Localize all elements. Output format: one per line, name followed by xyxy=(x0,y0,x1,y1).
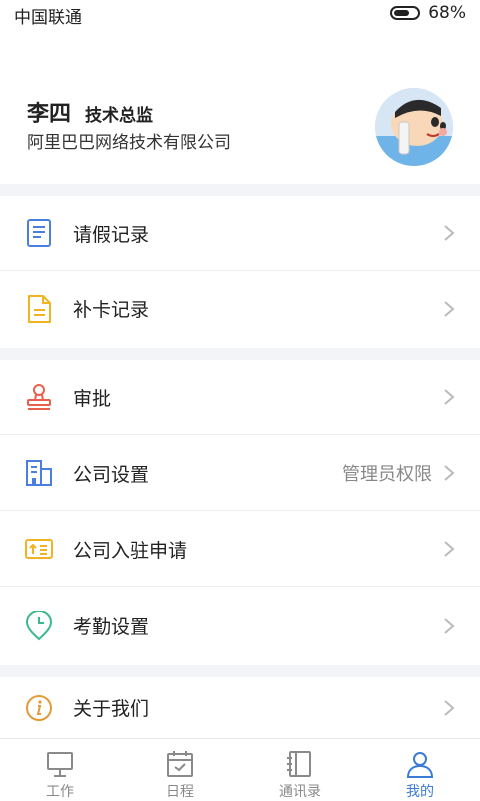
menu-label: 补卡记录 xyxy=(73,299,150,321)
menu-company-settings[interactable]: 公司设置 管理员权限 xyxy=(0,436,480,511)
tab-schedule[interactable]: 日程 xyxy=(120,739,240,801)
admin-permission-hint: 管理员权限 xyxy=(342,464,432,485)
user-icon xyxy=(406,752,434,778)
tab-label: 日程 xyxy=(166,784,194,800)
stamp-icon xyxy=(27,384,51,410)
tab-contacts[interactable]: 通讯录 xyxy=(240,739,360,801)
monitor-icon xyxy=(47,752,73,777)
tab-label: 通讯录 xyxy=(279,784,321,800)
menu-clockin-records[interactable]: 补卡记录 xyxy=(0,271,480,346)
chevron-right-icon xyxy=(444,541,455,557)
menu-attendance-settings[interactable]: 考勤设置 xyxy=(0,588,480,663)
contacts-icon xyxy=(287,751,311,777)
name-row: 李四 技术总监 xyxy=(27,96,153,128)
status-bar: 中国联通 68% xyxy=(0,0,480,28)
tab-label: 我的 xyxy=(406,784,434,800)
battery-indicator: 68% xyxy=(390,3,466,23)
user-title: 技术总监 xyxy=(85,106,154,126)
chevron-right-icon xyxy=(444,465,455,481)
tab-mine[interactable]: 我的 xyxy=(360,739,480,801)
tab-work[interactable]: 工作 xyxy=(0,739,120,801)
menu-label: 请假记录 xyxy=(73,223,150,246)
user-company: 阿里巴巴网络技术有限公司 xyxy=(27,133,231,153)
profile-card[interactable]: 李四 技术总监 阿里巴巴网络技术有限公司 xyxy=(0,26,480,184)
battery-percentage: 68% xyxy=(428,3,466,23)
section-divider xyxy=(0,665,480,677)
menu-leave-records[interactable]: 请假记录 xyxy=(0,196,480,271)
user-name: 李四 xyxy=(27,102,72,127)
chevron-right-icon xyxy=(444,389,455,405)
location-clock-icon xyxy=(25,610,53,640)
menu-about[interactable]: 关于我们 xyxy=(0,677,480,738)
chevron-right-icon xyxy=(444,617,455,634)
menu-label: 审批 xyxy=(73,387,112,410)
menu-company-apply[interactable]: 公司入驻申请 xyxy=(0,512,480,587)
cartoon-avatar-icon xyxy=(375,88,453,166)
battery-fill xyxy=(394,10,410,16)
carrier-name: 中国联通 xyxy=(14,8,82,28)
chevron-right-icon xyxy=(444,225,455,241)
menu-label: 考勤设置 xyxy=(73,616,150,638)
chevron-right-icon xyxy=(444,300,455,317)
tab-label: 工作 xyxy=(46,784,74,800)
menu-approval[interactable]: 审批 xyxy=(0,360,480,435)
avatar[interactable] xyxy=(375,88,453,166)
menu-label: 公司入驻申请 xyxy=(73,539,188,562)
menu-label: 关于我们 xyxy=(73,698,150,720)
info-icon xyxy=(26,694,52,721)
file-icon xyxy=(28,294,51,323)
chevron-right-icon xyxy=(444,699,455,716)
calendar-icon xyxy=(167,751,193,777)
upload-card-icon xyxy=(25,539,53,559)
building-icon xyxy=(26,460,52,486)
section-divider xyxy=(0,348,480,360)
document-icon xyxy=(27,219,51,247)
bottom-tab-bar: 工作 日程 通讯录 我的 xyxy=(0,738,480,801)
battery-icon xyxy=(390,6,421,20)
section-divider xyxy=(0,184,480,196)
menu-label: 公司设置 xyxy=(73,463,150,486)
